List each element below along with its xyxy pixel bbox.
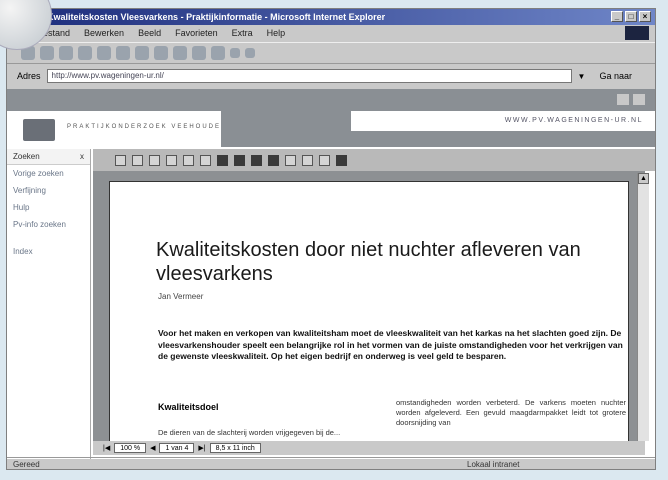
text-select-icon[interactable] — [200, 154, 211, 166]
zoom-tool-icon[interactable] — [183, 154, 194, 166]
pdf-status-bar: |◀ 100 % ◀ 1 van 4 ▶| 8,5 x 11 inch — [93, 441, 645, 455]
nav-item-pv-info[interactable]: Pv-info zoeken — [7, 216, 90, 233]
site-banner — [7, 89, 655, 111]
save-icon[interactable] — [115, 154, 126, 166]
nav-item-index[interactable]: Index — [7, 243, 90, 260]
nav-header: Zoeken x — [7, 149, 90, 165]
window-title: Kwaliteitskosten Vleesvarkens - Praktijk… — [47, 12, 386, 22]
site-logo-icon — [23, 119, 55, 141]
pdf-page: Kwaliteitskosten door niet nuchter aflev… — [109, 181, 629, 443]
column-right-text: omstandigheden worden verbeterd. De vark… — [396, 398, 626, 427]
document-title: Kwaliteitskosten door niet nuchter aflev… — [156, 239, 581, 285]
discuss-icon[interactable] — [230, 48, 240, 58]
address-label: Adres — [17, 71, 41, 81]
ie-logo-icon — [625, 26, 649, 40]
next-page-icon[interactable] — [251, 154, 262, 166]
menu-help[interactable]: Help — [267, 28, 286, 41]
go-button[interactable]: Ga naar — [599, 71, 632, 81]
section-heading: Kwaliteitsdoel — [158, 402, 219, 412]
find-icon[interactable] — [336, 154, 347, 166]
minimize-button[interactable]: _ — [611, 11, 623, 22]
pdf-print-icon[interactable] — [132, 154, 143, 166]
browser-toolbar — [7, 42, 655, 64]
browser-window: Kwaliteitskosten Vleesvarkens - Praktijk… — [6, 8, 656, 470]
search-icon[interactable] — [116, 46, 130, 60]
menu-bar: Bestand Bewerken Beeld Favorieten Extra … — [7, 25, 655, 41]
menu-extra[interactable]: Extra — [232, 28, 253, 41]
menu-favorieten[interactable]: Favorieten — [175, 28, 218, 41]
nav-item-vorige-zoeken[interactable]: Vorige zoeken — [7, 165, 90, 182]
menu-bewerken[interactable]: Bewerken — [84, 28, 124, 41]
mail-icon[interactable] — [173, 46, 187, 60]
pdf-toolbar — [93, 149, 655, 171]
document-author: Jan Vermeer — [158, 292, 204, 301]
pdf-nav-prev-icon[interactable]: ◀ — [150, 444, 155, 452]
browser-status-bar: Gereed Lokaal intranet — [7, 457, 655, 469]
first-page-icon[interactable] — [217, 154, 228, 166]
nav-close-icon[interactable]: x — [80, 152, 84, 161]
header-divider — [221, 111, 351, 131]
address-bar: Adres http://www.pv.wageningen-ur.nl/ ▼ … — [7, 65, 655, 87]
toggle-nav-icon[interactable] — [149, 154, 160, 166]
scroll-up-icon[interactable]: ▲ — [638, 173, 649, 184]
actual-size-icon[interactable] — [285, 154, 296, 166]
site-url-text: WWW.PV.WAGENINGEN-UR.NL — [351, 111, 655, 131]
zoom-field[interactable]: 100 % — [114, 443, 147, 453]
home-icon[interactable] — [97, 46, 111, 60]
address-input[interactable]: http://www.pv.wageningen-ur.nl/ — [46, 69, 572, 83]
pdf-nav-first-icon[interactable]: |◀ — [103, 444, 110, 452]
pdf-nav-next-icon[interactable]: ▶| — [198, 444, 205, 452]
page-size-field: 8,5 x 11 inch — [209, 443, 261, 453]
edit-icon[interactable] — [211, 46, 225, 60]
nav-header-label: Zoeken — [13, 152, 40, 161]
nav-item-verfijning[interactable]: Verfijning — [7, 182, 90, 199]
site-logo-text: PRAKTIJKONDERZOEK VEEHOUDERIJ — [67, 124, 237, 130]
nav-item-hulp[interactable]: Hulp — [7, 199, 90, 216]
document-intro: Voor het maken en verkopen van kwaliteit… — [158, 328, 623, 361]
fit-page-icon[interactable] — [302, 154, 313, 166]
messenger-icon[interactable] — [245, 48, 255, 58]
address-dropdown-icon[interactable]: ▼ — [578, 72, 586, 81]
pdf-document-area: Kwaliteitskosten door niet nuchter aflev… — [93, 171, 645, 443]
hand-tool-icon[interactable] — [166, 154, 177, 166]
fit-width-icon[interactable] — [319, 154, 330, 166]
menu-beeld[interactable]: Beeld — [138, 28, 161, 41]
security-zone: Lokaal intranet — [467, 460, 520, 469]
title-bar: Kwaliteitskosten Vleesvarkens - Praktijk… — [7, 9, 655, 25]
banner-home-icon[interactable] — [617, 94, 629, 105]
pdf-vertical-scrollbar[interactable]: ▲ — [637, 173, 649, 441]
column-left-text: De dieren van de slachterij worden vrijg… — [158, 428, 341, 437]
header-bar — [221, 131, 655, 147]
forward-icon[interactable] — [40, 46, 54, 60]
banner-help-icon[interactable] — [633, 94, 645, 105]
page-field[interactable]: 1 van 4 — [159, 443, 195, 453]
favorites-icon[interactable] — [135, 46, 149, 60]
last-page-icon[interactable] — [268, 154, 279, 166]
status-text: Gereed — [13, 460, 40, 469]
page-content: PRAKTIJKONDERZOEK VEEHOUDERIJ WWW.PV.WAG… — [7, 89, 655, 459]
stop-icon[interactable] — [59, 46, 73, 60]
left-navigation: Zoeken x Vorige zoeken Verfijning Hulp P… — [7, 149, 91, 459]
refresh-icon[interactable] — [78, 46, 92, 60]
maximize-button[interactable]: □ — [625, 11, 637, 22]
print-icon[interactable] — [192, 46, 206, 60]
history-icon[interactable] — [154, 46, 168, 60]
close-button[interactable]: × — [639, 11, 651, 22]
previous-page-icon[interactable] — [234, 154, 245, 166]
